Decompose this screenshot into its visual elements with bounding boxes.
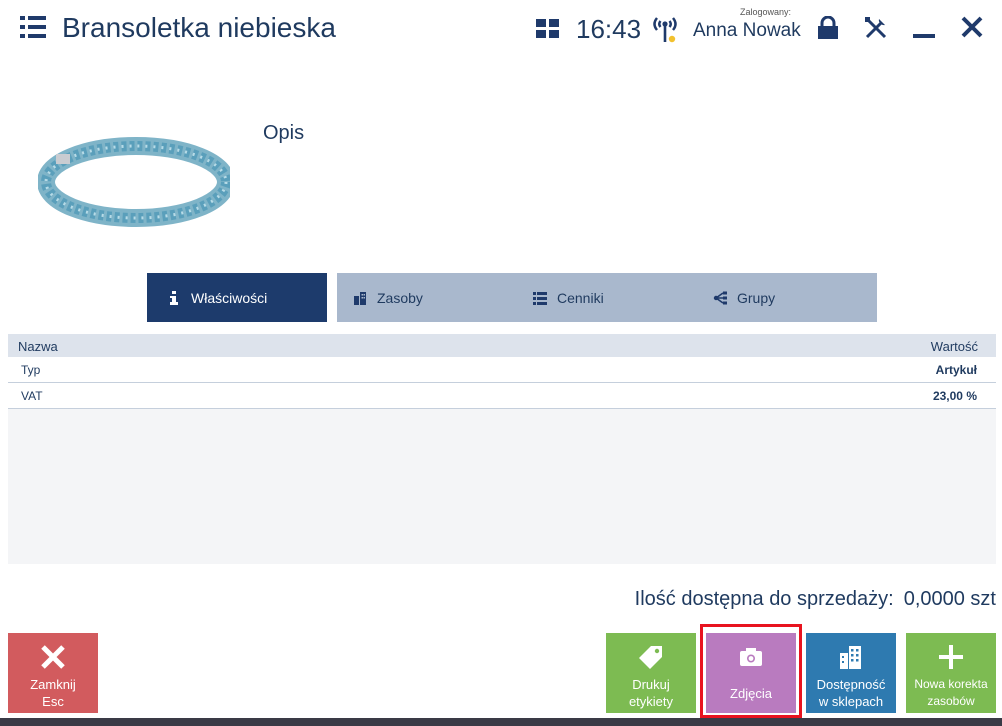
tab-properties[interactable]: Właściwości bbox=[147, 273, 327, 322]
row-name: VAT bbox=[21, 389, 43, 403]
close-shortcut: Esc bbox=[42, 694, 64, 709]
print-label-line1: Drukuj bbox=[632, 677, 670, 692]
table-header: Nazwa Wartość bbox=[8, 334, 996, 357]
availability-value: 0,0000 szt bbox=[903, 588, 996, 610]
minimize-icon[interactable] bbox=[912, 16, 936, 40]
info-icon bbox=[167, 290, 181, 305]
app-header: Bransoletka niebieska 16:43 Zalogowany: … bbox=[0, 0, 1002, 58]
table-row[interactable]: Typ Artykuł bbox=[8, 357, 996, 383]
tree-icon bbox=[713, 291, 727, 305]
page-title: Bransoletka niebieska bbox=[62, 12, 336, 43]
bottom-strip bbox=[0, 718, 1002, 726]
connection-icon[interactable] bbox=[651, 14, 679, 44]
row-value: Artykuł bbox=[935, 363, 977, 377]
properties-table: Nazwa Wartość Typ Artykuł VAT 23,00 % bbox=[8, 334, 996, 564]
tab-resources[interactable]: Zasoby bbox=[337, 273, 517, 322]
list-icon bbox=[533, 291, 547, 305]
tab-label: Cenniki bbox=[557, 289, 604, 306]
tab-price-lists[interactable]: Cenniki bbox=[517, 273, 697, 322]
print-label-line2: etykiety bbox=[628, 694, 674, 709]
new-stock-correction-button[interactable]: Nowa korekta zasobów bbox=[906, 633, 996, 713]
camera-icon bbox=[737, 643, 765, 671]
stock-correction-line1: Nowa korekta bbox=[914, 677, 988, 691]
close-label: Zamknij bbox=[30, 677, 76, 692]
clock: 16:43 bbox=[576, 14, 642, 44]
row-name: Typ bbox=[21, 363, 41, 377]
tab-groups[interactable]: Grupy bbox=[697, 273, 877, 322]
close-button[interactable]: Zamknij Esc bbox=[8, 633, 98, 713]
bracelet-photo bbox=[37, 128, 235, 234]
menu-icon[interactable] bbox=[20, 16, 46, 38]
table-row[interactable]: VAT 23,00 % bbox=[8, 383, 996, 409]
availability-summary: Ilość dostępna do sprzedaży: 0,0000 szt bbox=[635, 588, 996, 611]
availability-label: Ilość dostępna do sprzedaży: bbox=[634, 588, 894, 610]
description-label: Opis bbox=[263, 122, 305, 144]
tab-label: Grupy bbox=[737, 289, 776, 306]
tools-icon[interactable] bbox=[864, 16, 888, 40]
building-icon bbox=[353, 291, 367, 305]
row-value: 23,00 % bbox=[932, 389, 977, 403]
photos-button[interactable]: Zdjęcia bbox=[706, 633, 796, 713]
user-name[interactable]: Anna Nowak bbox=[693, 20, 801, 42]
print-labels-button[interactable]: Drukuj etykiety bbox=[606, 633, 696, 713]
photos-label: Zdjęcia bbox=[730, 686, 772, 701]
column-header-name[interactable]: Nazwa bbox=[18, 339, 58, 354]
logged-in-label: Zalogowany: bbox=[740, 7, 792, 17]
plus-icon bbox=[937, 643, 965, 671]
column-header-value[interactable]: Wartość bbox=[931, 339, 978, 354]
tab-label: Właściwości bbox=[191, 289, 268, 306]
tab-label: Zasoby bbox=[377, 289, 423, 306]
close-icon[interactable] bbox=[961, 16, 983, 38]
lock-icon[interactable] bbox=[817, 15, 839, 40]
tag-icon bbox=[637, 643, 665, 671]
windows-icon[interactable] bbox=[536, 19, 560, 39]
store-availability-button[interactable]: Dostępność w sklepach bbox=[806, 633, 896, 713]
store-availability-line1: Dostępność bbox=[816, 677, 886, 692]
buildings-icon bbox=[837, 643, 865, 671]
store-availability-line2: w sklepach bbox=[818, 694, 884, 709]
close-x-icon bbox=[39, 643, 67, 671]
stock-correction-line2: zasobów bbox=[927, 694, 975, 708]
